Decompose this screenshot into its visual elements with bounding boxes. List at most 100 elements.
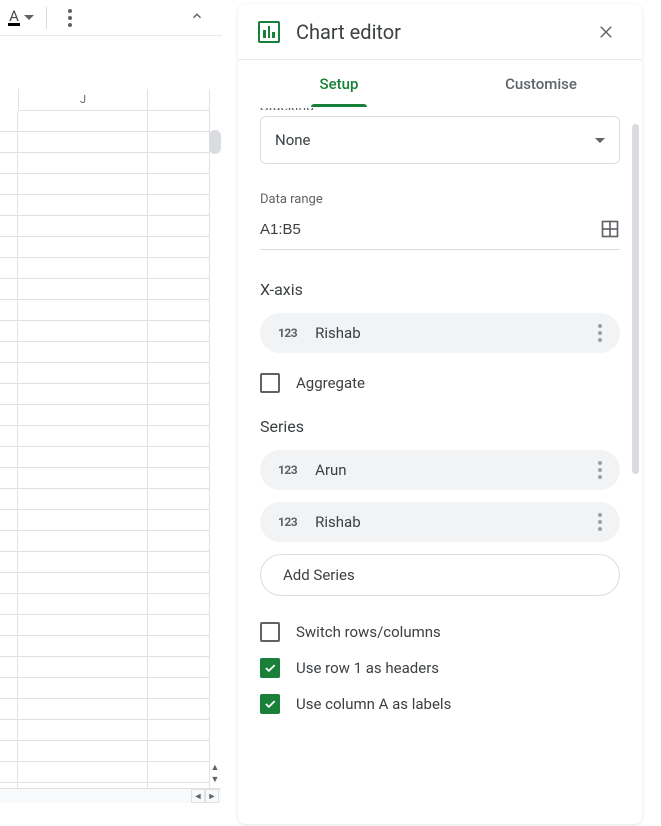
row1-headers-checkbox[interactable] [260,658,280,678]
cells-region[interactable] [0,111,210,803]
more-options-button[interactable] [57,5,83,31]
cell[interactable] [0,594,18,615]
cell[interactable] [148,195,210,216]
cell[interactable] [0,237,18,258]
cell[interactable] [18,573,148,594]
cell[interactable] [0,762,18,783]
cell[interactable] [0,636,18,657]
cell[interactable] [0,552,18,573]
cell[interactable] [0,657,18,678]
cell[interactable] [0,510,18,531]
cell[interactable] [0,321,18,342]
cell[interactable] [148,762,210,783]
cell[interactable] [18,741,148,762]
cell[interactable] [148,531,210,552]
cell[interactable] [18,594,148,615]
cell[interactable] [148,300,210,321]
cell[interactable] [148,258,210,279]
cell[interactable] [18,762,148,783]
cell[interactable] [18,174,148,195]
sidebar-scrollbar[interactable] [632,124,639,474]
scroll-right-button[interactable]: ► [205,789,219,803]
cell[interactable] [148,699,210,720]
close-button[interactable] [590,16,622,48]
cell[interactable] [0,489,18,510]
cell[interactable] [18,636,148,657]
cell[interactable] [18,342,148,363]
cell[interactable] [18,699,148,720]
cell[interactable] [148,426,210,447]
cell[interactable] [148,573,210,594]
cell[interactable] [18,468,148,489]
switch-rows-cols-checkbox[interactable] [260,622,280,642]
cell[interactable] [0,111,18,132]
select-range-button[interactable] [600,219,620,239]
aggregate-checkbox[interactable] [260,373,280,393]
switch-rows-cols-row[interactable]: Switch rows/columns [260,622,620,642]
cell[interactable] [0,195,18,216]
cell[interactable] [0,342,18,363]
scroll-down-button[interactable]: ▼ [211,774,220,786]
series-chip-1[interactable]: 123 Rishab [260,502,620,542]
cell[interactable] [0,678,18,699]
col-a-labels-checkbox[interactable] [260,694,280,714]
aggregate-checkbox-row[interactable]: Aggregate [260,373,620,393]
col-header-k[interactable] [148,89,210,111]
cell[interactable] [148,174,210,195]
cell[interactable] [0,216,18,237]
cell[interactable] [0,720,18,741]
cell[interactable] [0,363,18,384]
cell[interactable] [18,279,148,300]
col-header-j[interactable]: J [18,89,148,111]
series-chip-0-menu[interactable] [590,461,610,479]
cell[interactable] [18,552,148,573]
col-a-labels-row[interactable]: Use column A as labels [260,694,620,714]
cell[interactable] [0,405,18,426]
cell[interactable] [0,741,18,762]
cell[interactable] [18,615,148,636]
cell[interactable] [148,111,210,132]
cell[interactable] [18,363,148,384]
cell[interactable] [18,300,148,321]
cell[interactable] [148,216,210,237]
cell[interactable] [18,258,148,279]
tab-setup[interactable]: Setup [238,60,440,107]
stacking-select[interactable]: None [260,116,620,164]
cell[interactable] [18,531,148,552]
cell[interactable] [148,279,210,300]
cell[interactable] [148,741,210,762]
cell[interactable] [148,678,210,699]
cell[interactable] [0,615,18,636]
cell[interactable] [18,153,148,174]
cell[interactable] [148,237,210,258]
cell[interactable] [0,531,18,552]
tab-customise[interactable]: Customise [440,60,642,107]
cell[interactable] [0,300,18,321]
cell[interactable] [18,426,148,447]
cell[interactable] [18,132,148,153]
cell[interactable] [148,447,210,468]
cell[interactable] [18,510,148,531]
cell[interactable] [148,132,210,153]
cell[interactable] [18,237,148,258]
cell[interactable] [148,384,210,405]
cell[interactable] [148,489,210,510]
cell[interactable] [148,615,210,636]
spreadsheet-grid[interactable]: J [0,89,210,803]
cell[interactable] [0,699,18,720]
cell[interactable] [148,657,210,678]
cell[interactable] [148,153,210,174]
scroll-up-button[interactable]: ▲ [211,762,220,774]
cell[interactable] [0,426,18,447]
add-series-button[interactable]: Add Series [260,554,620,596]
cell[interactable] [18,195,148,216]
cell[interactable] [18,384,148,405]
cell[interactable] [0,174,18,195]
series-chip-0[interactable]: 123 Arun [260,450,620,490]
cell[interactable] [0,573,18,594]
cell[interactable] [0,447,18,468]
cell[interactable] [18,216,148,237]
cell[interactable] [0,384,18,405]
xaxis-chip-menu[interactable] [590,324,610,342]
cell[interactable] [148,594,210,615]
